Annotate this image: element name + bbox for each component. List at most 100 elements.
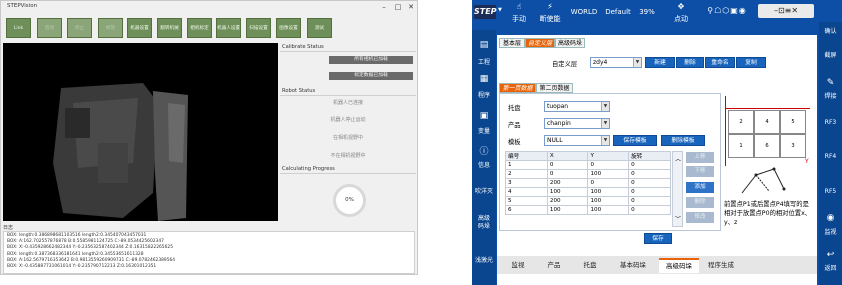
table-row[interactable]: 5 200 100 0 [505, 196, 671, 206]
cell[interactable]: 4 [505, 187, 548, 197]
variable-icon[interactable]: ▣ [472, 111, 496, 121]
hand-icon[interactable]: ☝ [508, 2, 530, 11]
template-select[interactable]: NULL ▼ [544, 135, 610, 146]
log-panel[interactable]: BOX: length:0.386898681103516 length2:0.… [3, 231, 415, 274]
chevron-down-icon[interactable]: ▼ [601, 102, 609, 111]
table-row[interactable]: 3 200 0 0 [505, 178, 671, 188]
cell[interactable]: 100 [587, 205, 630, 215]
pallet-select[interactable]: tuopan ▼ [544, 101, 610, 112]
tab-product[interactable]: 产品 [538, 258, 570, 273]
scroll-down-icon[interactable]: ﹀ [674, 214, 682, 223]
tool-label[interactable]: Default [602, 8, 634, 16]
cell[interactable]: 0 [628, 196, 671, 206]
weld-button[interactable]: 焊接 [819, 91, 842, 100]
cell[interactable]: 0 [628, 160, 671, 170]
delete-template-button[interactable]: 删除模板 [661, 135, 705, 146]
rf3-button[interactable]: RF3 [819, 119, 842, 126]
cell[interactable]: 0 [587, 178, 630, 188]
weld-icon[interactable]: ✎ [819, 78, 842, 88]
monitor-button[interactable]: 监视 [819, 227, 842, 236]
back-icon[interactable]: ↩ [819, 250, 842, 260]
chevron-down-icon[interactable]: ▼ [601, 119, 609, 128]
table-row[interactable]: 6 100 100 0 [505, 205, 671, 215]
custom-layer-select[interactable]: zdy4 ▼ [590, 57, 642, 68]
frame-button[interactable]: 帧管 [98, 18, 123, 38]
sidebar-item-advanced-stack[interactable]: 高级 码垛 [472, 215, 496, 231]
cell[interactable]: 0 [628, 205, 671, 215]
chevron-down-icon[interactable]: ▼ [601, 136, 609, 145]
cell[interactable]: 0 [546, 160, 589, 170]
cell[interactable]: 0 [628, 169, 671, 179]
back-button[interactable]: 返回 [819, 263, 842, 272]
product-select[interactable]: chanpin ▼ [544, 118, 610, 129]
save-button[interactable]: 保存 [644, 233, 672, 244]
cell[interactable]: 6 [505, 205, 548, 215]
cell[interactable]: 100 [587, 169, 630, 179]
chevron-down-icon[interactable]: ▼ [498, 7, 502, 13]
table-row[interactable]: 4 100 100 0 [505, 187, 671, 197]
speed-label[interactable]: 39% [636, 8, 658, 16]
tab-monitor[interactable]: 监视 [502, 258, 534, 273]
rf4-button[interactable]: RF4 [819, 153, 842, 160]
jog-icon[interactable]: ✥ [670, 2, 692, 11]
delete-row-button[interactable]: 删除 [686, 197, 714, 208]
rf5-button[interactable]: RF5 [819, 188, 842, 195]
cell[interactable]: 100 [587, 187, 630, 197]
save-template-button[interactable]: 保存模板 [613, 135, 657, 146]
sidebar-item-blow[interactable]: 吹洋灭 [472, 186, 496, 195]
sidebar-item-info[interactable]: 信息 [472, 160, 496, 169]
sidebar-item-laser[interactable]: 浅激光 [472, 255, 496, 264]
scan-settings-button[interactable]: 扫描设置 [246, 18, 271, 38]
link-button[interactable]: Link [6, 18, 31, 38]
cell[interactable]: 200 [546, 178, 589, 188]
cell[interactable]: 200 [546, 196, 589, 206]
power-icon[interactable]: ⚡ [538, 2, 562, 11]
maximize-icon[interactable]: □ [393, 3, 403, 11]
tab-advanced-stack[interactable]: 高级码垛 [555, 38, 585, 48]
tab-basic-layer[interactable]: 基本层 [499, 38, 525, 48]
minimize-icon[interactable]: – [379, 3, 389, 11]
cell[interactable]: 5 [505, 196, 548, 206]
project-icon[interactable]: ▤ [472, 40, 496, 50]
screenshot-button[interactable]: 截屏 [819, 50, 842, 59]
scroll-up-icon[interactable]: ︿ [674, 154, 682, 163]
copy-button[interactable]: 复制 [736, 57, 766, 68]
table-scrollbar[interactable]: ︿ ﹀ [672, 151, 683, 227]
delete-button[interactable]: 删除 [676, 57, 704, 68]
cell[interactable]: 1 [505, 160, 548, 170]
cell[interactable]: 0 [628, 187, 671, 197]
tab-program-generate[interactable]: 程序生成 [701, 258, 741, 273]
eye-icon[interactable]: ◉ [819, 213, 842, 223]
tab-pallet[interactable]: 托盘 [574, 258, 606, 273]
sidebar-item-project[interactable]: 工程 [472, 57, 496, 66]
jog-label[interactable]: 点动 [670, 14, 692, 24]
move-up-button[interactable]: 上移 [686, 152, 714, 163]
tab-basic-stack[interactable]: 基本码垛 [610, 258, 656, 273]
stop-button[interactable]: 停止 [67, 18, 92, 38]
manual-mode-label[interactable]: 手动 [508, 14, 530, 24]
position-table[interactable]: 编号 X Y 旋转 1000 2 0 100 0 3 200 0 0 4 100 100 0 52… [505, 151, 671, 229]
cell[interactable]: 0 [587, 160, 630, 170]
cell[interactable]: 100 [546, 205, 589, 215]
cell[interactable]: 100 [546, 187, 589, 197]
camera-calibrate-button[interactable]: 相机标定 [187, 18, 212, 38]
move-down-button[interactable]: 下移 [686, 166, 714, 177]
sidebar-item-variable[interactable]: 变量 [472, 126, 496, 135]
cell[interactable]: 0 [546, 169, 589, 179]
table-row[interactable]: 2 0 100 0 [505, 169, 671, 179]
rename-button[interactable]: 重命名 [705, 57, 735, 68]
start-button[interactable]: 启动 [37, 18, 62, 38]
tab-page-one[interactable]: 第一页数据 [499, 83, 536, 93]
tab-page-two[interactable]: 第二页数据 [536, 83, 573, 93]
table-row[interactable]: 1000 [505, 160, 671, 170]
flip-machine-button[interactable]: 翻转机械 [157, 18, 182, 38]
cell[interactable]: 0 [628, 178, 671, 188]
confirm-button[interactable]: 确认 [819, 26, 842, 35]
add-row-button[interactable]: 添加 [686, 182, 714, 193]
cell[interactable]: 2 [505, 169, 548, 179]
image-settings-button[interactable]: 图像设置 [276, 18, 301, 38]
close-icon[interactable]: ✕ [406, 3, 416, 11]
modify-row-button[interactable]: 修改 [686, 212, 714, 223]
test-button[interactable]: 测试 [307, 18, 332, 38]
chevron-down-icon[interactable]: ▼ [633, 58, 641, 67]
